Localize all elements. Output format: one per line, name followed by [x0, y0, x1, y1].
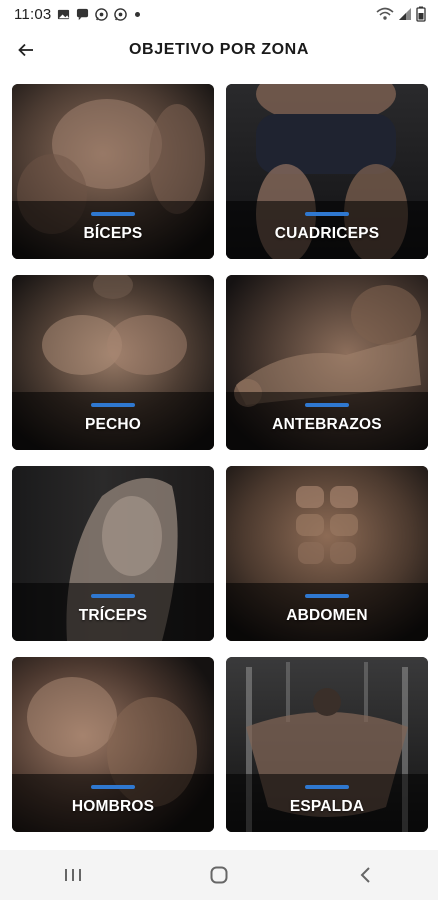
home-icon [210, 866, 228, 884]
card-abdomen[interactable]: ABDOMEN [226, 466, 428, 641]
card-antebrazos[interactable]: ANTEBRAZOS [226, 275, 428, 450]
page-title: OBJETIVO POR ZONA [129, 41, 309, 58]
signal-icon [399, 8, 411, 20]
card-label: ABDOMEN [286, 607, 368, 624]
card-accent [305, 594, 349, 598]
card-pecho[interactable]: PECHO [12, 275, 214, 450]
status-bar: 11:03 [0, 0, 438, 28]
system-navigation-bar [0, 850, 438, 900]
recent-apps-icon [65, 869, 81, 881]
card-hombros[interactable]: HOMBROS [12, 657, 214, 832]
card-label: CUADRICEPS [274, 225, 380, 242]
status-time: 11:03 [14, 5, 52, 23]
card-triceps[interactable]: TRÍCEPS [12, 466, 214, 641]
card-espalda[interactable]: ESPALDA [226, 657, 428, 832]
card-label: HOMBROS [71, 798, 155, 815]
header: OBJETIVO POR ZONA [0, 28, 438, 72]
dot-icon [135, 11, 141, 17]
whatsapp-icon [114, 7, 128, 21]
home-button[interactable] [199, 855, 239, 895]
card-label: PECHO [84, 416, 142, 433]
status-left: 11:03 [14, 5, 141, 23]
battery-icon [416, 6, 426, 22]
card-label: ANTEBRAZOS [272, 416, 382, 433]
message-icon [77, 8, 89, 20]
muscle-grid: BÍCEPS CUADRICEPS PECHO ANTEBRAZOS TRÍCE… [12, 84, 428, 832]
card-accent [91, 212, 135, 216]
card-biceps[interactable]: BÍCEPS [12, 84, 214, 259]
arrow-left-icon [18, 43, 33, 57]
card-cuadriceps[interactable]: CUADRICEPS [226, 84, 428, 259]
image-icon [58, 9, 70, 19]
card-accent [91, 594, 135, 598]
card-label: TRÍCEPS [78, 607, 148, 624]
whatsapp-icon [95, 7, 109, 21]
card-accent [305, 785, 349, 789]
card-accent [91, 403, 135, 407]
card-accent [91, 785, 135, 789]
card-label: BÍCEPS [83, 225, 143, 242]
card-accent [305, 403, 349, 407]
back-icon [360, 867, 370, 883]
status-right [376, 6, 426, 22]
card-label: ESPALDA [289, 798, 365, 815]
wifi-icon [376, 7, 394, 20]
back-button[interactable] [12, 36, 40, 64]
system-back-button[interactable] [345, 855, 385, 895]
recent-apps-button[interactable] [53, 855, 93, 895]
card-accent [305, 212, 349, 216]
